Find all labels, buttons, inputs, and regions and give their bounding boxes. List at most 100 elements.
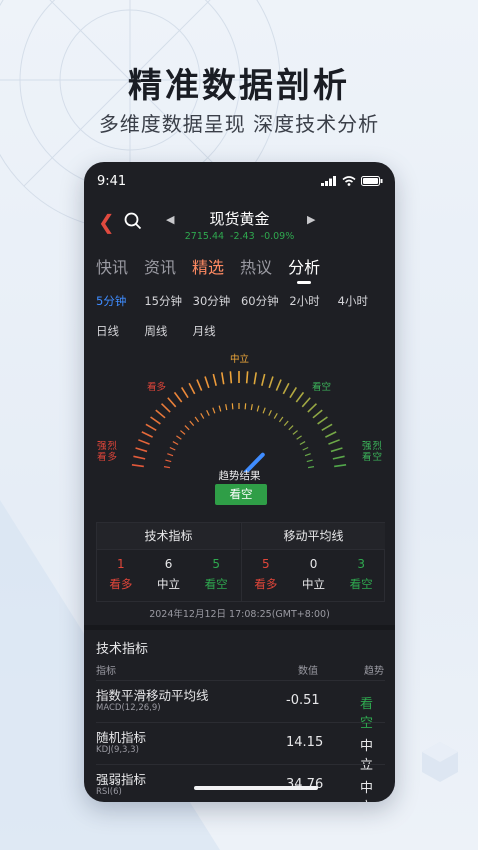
technical-buy-label: 看多 [109,577,133,591]
gauge-tick [172,441,179,446]
details-header: 指标 数值 趋势 [96,662,385,677]
gauge-tick [188,382,196,395]
indicator-code: KDJ(9,3,3) [96,745,139,755]
technical-summary-title: 技术指标 [97,523,240,550]
trend-result-title: 趋势结果 [218,470,261,482]
tab-news[interactable]: 资讯 [144,254,176,278]
technical-summary: 技术指标 1 看多 6 中立 5 看空 [97,523,240,601]
price-change-pct: -0.09% [260,231,295,242]
period-weekly[interactable]: 周线 [144,323,192,339]
instrument-name: 现货黄金 [209,210,270,228]
gauge-tick [299,441,306,446]
gauge-tick [173,391,183,403]
gauge-tick [218,405,222,412]
ma-buy-label: 看多 [254,577,278,591]
indicator-summary: 技术指标 1 看多 6 中立 5 看空 移动平均线 5 看多 0 中立 3 看空 [96,522,385,602]
gauge-tick [245,371,249,384]
gauge-tick [169,446,176,451]
gauge-tick [244,403,247,410]
gauge-tick [295,391,305,403]
gauge-tick [325,431,337,438]
gauge-tick [306,459,313,463]
price-change: -2.43 [230,231,255,242]
indicator-name: 强弱指标 [96,772,147,787]
table-row[interactable]: 指数平滑移动平均线 MACD(12,26,9) -0.51 看空 [96,680,385,731]
gauge-tick [160,403,171,413]
gauge-tick [312,409,323,419]
period-selector: 5分钟 15分钟 30分钟 60分钟 2小时 4小时 日线 周线 月线 [96,293,386,339]
tab-hot-topics[interactable]: 热议 [240,254,272,278]
status-icons [321,176,383,186]
indicator-code: RSI(6) [96,787,122,797]
table-row[interactable]: 随机指标 KDJ(9,3,3) 14.15 中立 [96,722,385,773]
technical-sell-label: 看空 [204,577,228,591]
gauge-tick [196,379,203,391]
gauge-tick [131,464,144,468]
gauge-tick [301,397,311,408]
moving-average-summary: 移动平均线 5 看多 0 中立 3 看空 [241,523,385,601]
gauge-label-strong-sell: 强烈看空 [362,441,384,463]
gauge-tick [250,404,253,411]
instrument-quote: 2715.44 -2.43 -0.09% [84,231,395,242]
gauge-tick [253,372,257,385]
gauge-tick [256,405,260,412]
ma-sell-count: 3 [357,557,365,571]
gauge-tick [261,373,266,386]
period-monthly[interactable]: 月线 [193,323,241,339]
gauge-tick [275,379,282,391]
period-15m[interactable]: 15分钟 [144,293,192,309]
moving-average-title: 移动平均线 [242,523,385,550]
gauge-tick [332,455,345,460]
gauge-tick [167,453,174,457]
period-daily[interactable]: 日线 [96,323,144,339]
gauge-tick [212,407,216,414]
gauge-tick [292,430,298,435]
gauge-tick [150,416,161,425]
ma-buy-count: 5 [262,557,270,571]
period-5m[interactable]: 5分钟 [96,293,144,309]
gauge-tick [176,435,182,440]
indicator-name: 指数平滑移动平均线 [96,688,209,703]
next-instrument-icon[interactable]: ▶ [307,213,315,226]
gauge-tick [204,376,210,389]
signal-icon [321,176,336,186]
header-trend: 趋势 [364,666,384,677]
tab-analysis[interactable]: 分析 [288,254,320,284]
gauge-label-strong-buy: 强烈看多 [97,441,119,463]
cube-decoration [422,742,458,782]
gauge-tick [189,420,195,427]
gauge-tick [302,446,309,451]
tab-featured[interactable]: 精选 [192,254,224,278]
gauge-tick [273,413,278,419]
gauge-tick [180,430,186,435]
battery-icon [361,176,383,186]
header-value: 数值 [298,666,318,677]
gauge-tick [212,373,217,386]
hero-title: 精准数据剖析 [128,66,350,106]
gauge-tick [221,372,225,385]
tab-news-flash[interactable]: 快讯 [96,254,128,278]
gauge-tick [321,423,333,432]
period-2h[interactable]: 2小时 [289,293,337,309]
phone-screen: 9:41 ❮ ◀ 现货黄金 ▶ 2715.44-2.43-0.09% 快讯 [84,162,395,802]
gauge-tick [317,416,328,425]
period-60m[interactable]: 60分钟 [241,293,289,309]
gauge-tick [155,409,166,419]
gauge-tick [268,409,272,416]
gauge-tick [283,420,289,427]
technical-buy-count: 1 [117,557,125,571]
table-row[interactable]: 强弱指标 RSI(6) 34.76 中立 [96,764,385,802]
technical-sell-count: 5 [212,557,220,571]
gauge-tick [296,435,302,440]
indicator-name: 随机指标 [96,730,147,745]
gauge-tick [282,382,290,395]
period-30m[interactable]: 30分钟 [193,293,241,309]
home-indicator[interactable] [194,786,318,790]
gauge-tick [289,387,298,399]
period-4h[interactable]: 4小时 [338,293,386,309]
gauge-inner-ticks [163,403,315,469]
gauge-tick [334,464,347,468]
hero-subtitle: 多维度数据呈现 深度技术分析 [98,112,380,136]
gauge-tick [206,409,210,416]
gauge-label-neutral: 中立 [230,354,250,365]
